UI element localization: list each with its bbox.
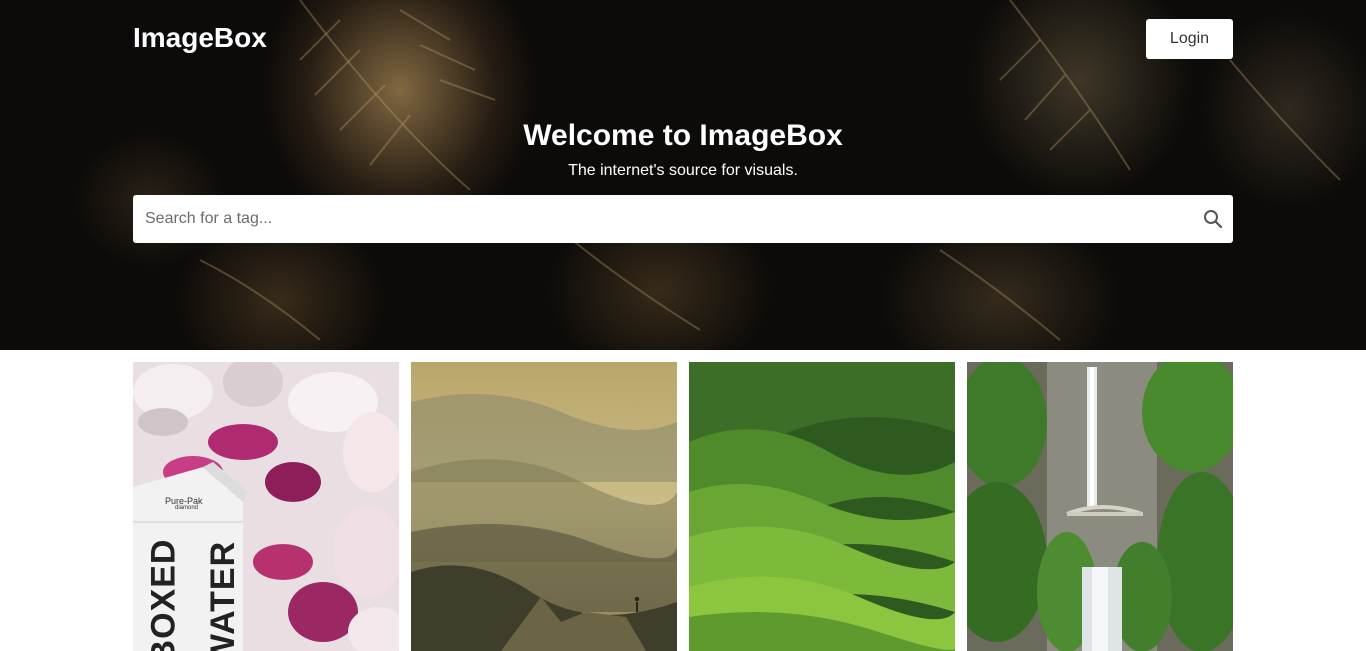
gallery-image-misty-mountains[interactable] xyxy=(411,362,677,651)
hero-banner: ImageBox Login Welcome to ImageBox The i… xyxy=(0,0,1366,350)
gallery-image-flowers-boxed-water[interactable]: Pure-Pak diamond BOXED WATER xyxy=(133,362,399,651)
gallery-image-waterfall-bridge[interactable] xyxy=(967,362,1233,651)
search-bar xyxy=(133,195,1233,243)
carton-text-water: WATER xyxy=(204,540,243,651)
hero-title: Welcome to ImageBox xyxy=(523,119,843,152)
carton-text-boxed: BOXED xyxy=(144,538,183,651)
gallery-image-green-hills[interactable] xyxy=(689,362,955,651)
search-input[interactable] xyxy=(133,195,1173,243)
search-icon[interactable] xyxy=(1203,209,1223,229)
login-button[interactable]: Login xyxy=(1146,19,1233,59)
carton-brand-sub-label: diamond xyxy=(175,505,199,511)
hero-subtitle: The internet's source for visuals. xyxy=(568,162,798,179)
brand-logo[interactable]: ImageBox xyxy=(133,22,267,54)
